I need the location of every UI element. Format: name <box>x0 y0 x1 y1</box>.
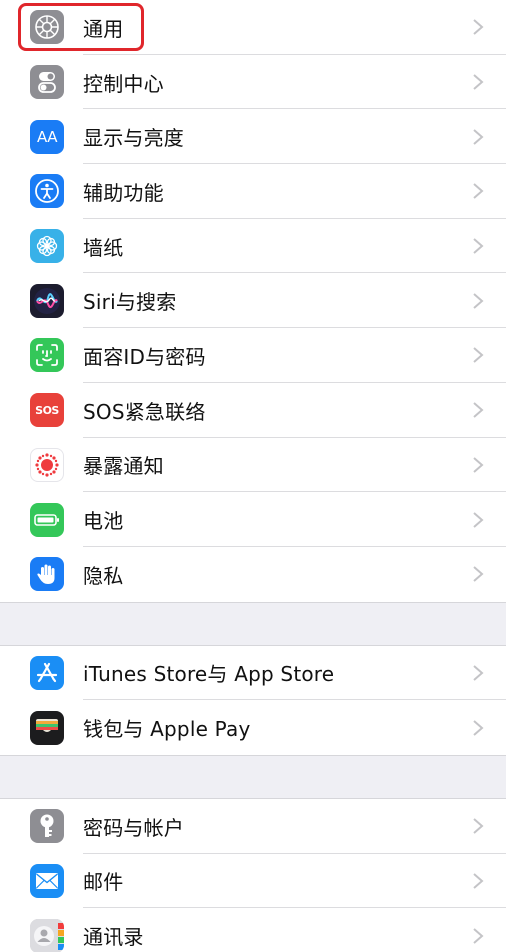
row-label: 面容ID与密码 <box>83 344 206 369</box>
row-label: 电池 <box>83 509 124 534</box>
chevron-right-icon <box>473 347 484 364</box>
row-contacts[interactable]: 通讯录 <box>0 908 506 952</box>
row-label: 墙纸 <box>83 235 124 260</box>
chevron-right-icon <box>473 873 484 889</box>
key-icon <box>30 809 64 844</box>
chevron-right-icon <box>473 927 484 944</box>
row-label: 邮件 <box>83 870 124 895</box>
row-label: 通讯录 <box>83 925 144 950</box>
row-label: 隐私 <box>83 563 124 588</box>
row-control-center[interactable]: 控制中心 <box>0 55 506 110</box>
chevron-right-icon <box>473 511 484 528</box>
row-accessibility[interactable]: 辅助功能 <box>0 164 506 219</box>
row-label: SOS紧急联络 <box>83 399 206 424</box>
row-label: 密码与帐户 <box>83 815 184 840</box>
row-general[interactable]: 通用 <box>0 0 506 55</box>
mail-icon <box>30 863 64 898</box>
row-wallpaper[interactable]: 墙纸 <box>0 219 506 274</box>
wallpaper-flower-icon <box>30 229 64 264</box>
chevron-right-icon <box>473 183 484 200</box>
row-privacy[interactable]: 隐私 <box>0 547 506 602</box>
contacts-icon <box>30 918 64 952</box>
chevron-right-icon <box>473 719 484 736</box>
face-id-icon <box>30 338 64 373</box>
chevron-right-icon <box>473 19 484 36</box>
row-label: 辅助功能 <box>83 180 164 205</box>
section-separator <box>0 601 506 646</box>
row-label: 显示与亮度 <box>83 126 184 151</box>
row-display-brightness[interactable]: AA 显示与亮度 <box>0 109 506 164</box>
row-label: 钱包与 Apple Pay <box>83 717 251 742</box>
row-label: 暴露通知 <box>83 454 164 479</box>
section-separator <box>0 754 506 799</box>
row-face-id[interactable]: 面容ID与密码 <box>0 328 506 383</box>
chevron-right-icon <box>473 566 484 582</box>
exposure-notification-icon <box>30 447 64 482</box>
row-label: iTunes Store与 App Store <box>83 662 335 687</box>
row-passwords-accounts[interactable]: 密码与帐户 <box>0 799 506 854</box>
row-app-store[interactable]: iTunes Store与 App Store <box>0 646 506 701</box>
siri-icon <box>30 283 64 318</box>
row-mail[interactable]: 邮件 <box>0 854 506 909</box>
settings-screen: 通用 控制中心 AA 显示与亮度 辅助功能 墙纸 Siri与搜索 面容ID与密码… <box>0 0 506 952</box>
chevron-right-icon <box>473 402 484 418</box>
battery-icon <box>30 502 64 537</box>
gear-icon <box>30 10 64 45</box>
chevron-right-icon <box>473 74 484 90</box>
row-battery[interactable]: 电池 <box>0 492 506 547</box>
row-label: 控制中心 <box>83 71 164 96</box>
chevron-right-icon <box>473 818 484 835</box>
chevron-right-icon <box>473 293 484 309</box>
settings-group-main: 通用 控制中心 AA 显示与亮度 辅助功能 墙纸 Siri与搜索 面容ID与密码… <box>0 0 506 602</box>
row-exposure-notification[interactable]: 暴露通知 <box>0 438 506 493</box>
row-label: 通用 <box>83 16 124 41</box>
control-center-icon <box>30 65 64 100</box>
privacy-hand-icon <box>30 557 64 592</box>
row-sos[interactable]: SOS SOS紧急联络 <box>0 383 506 438</box>
row-siri-search[interactable]: Siri与搜索 <box>0 273 506 328</box>
chevron-right-icon <box>473 128 484 145</box>
settings-group-accounts: 密码与帐户 邮件 通讯录 <box>0 798 506 952</box>
wallet-icon <box>30 710 64 745</box>
sos-icon: SOS <box>30 393 64 428</box>
app-store-icon <box>30 655 64 690</box>
settings-group-stores: iTunes Store与 App Store 钱包与 Apple Pay <box>0 645 506 755</box>
row-label: Siri与搜索 <box>83 290 177 315</box>
row-wallet[interactable]: 钱包与 Apple Pay <box>0 700 506 755</box>
chevron-right-icon <box>473 665 484 681</box>
display-aa-icon: AA <box>30 119 64 154</box>
accessibility-icon <box>30 174 64 209</box>
chevron-right-icon <box>473 457 484 473</box>
chevron-right-icon <box>473 238 484 254</box>
